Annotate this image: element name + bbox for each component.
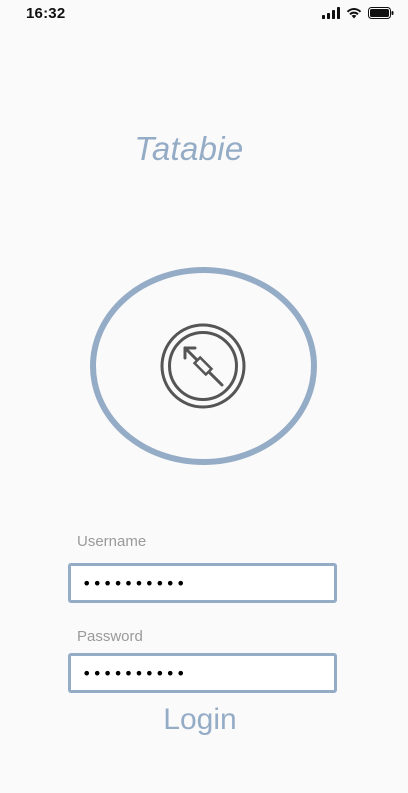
username-label: Username [77, 533, 147, 550]
fingerprint-icon [160, 323, 246, 409]
status-bar: 16:32 [0, 0, 408, 28]
signal-icon [322, 7, 340, 19]
login-button[interactable]: Login [0, 703, 400, 737]
password-field[interactable] [68, 653, 337, 693]
battery-icon [368, 7, 394, 19]
app-title: Tatabie [134, 130, 244, 167]
wifi-icon [346, 7, 362, 19]
fingerprint-button[interactable] [160, 323, 246, 409]
login-screen: 16:32 Tatabie Username •••••••••• Passwo… [0, 0, 408, 793]
password-label: Password [77, 628, 143, 645]
status-time: 16:32 [26, 5, 66, 22]
username-field[interactable] [68, 563, 337, 603]
status-icons [322, 6, 394, 20]
